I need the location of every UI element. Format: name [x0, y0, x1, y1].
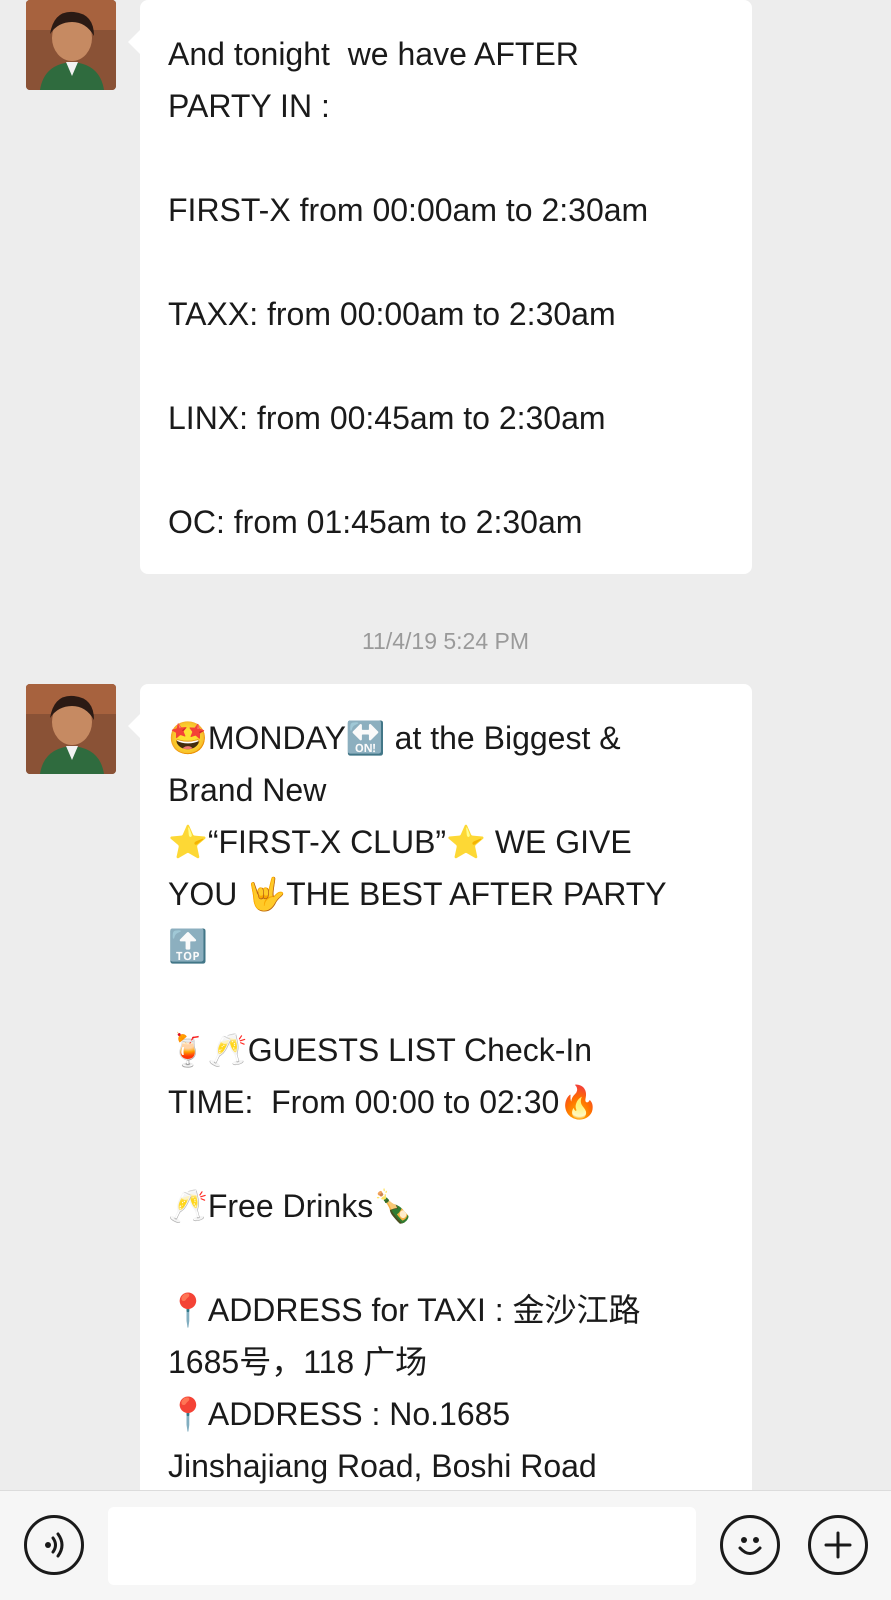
emoji-icon — [738, 1537, 762, 1555]
chat-scroll-area[interactable]: And tonight we have AFTER PARTY IN : FIRST… — [0, 0, 891, 1490]
message-text-line: 🥂Free Drinks🍾 — [168, 1188, 414, 1224]
avatar-photo — [26, 684, 116, 774]
input-bar — [0, 1490, 891, 1600]
avatar-photo — [26, 0, 116, 90]
message-text-line: PARTY IN : — [168, 88, 330, 124]
message-text-line: 1685号，118 广场 — [168, 1344, 428, 1380]
voice-button[interactable] — [24, 1515, 84, 1575]
sender-avatar[interactable] — [26, 0, 116, 90]
message-bubble[interactable]: 🤩MONDAY🔛 at the Biggest & Brand New ⭐“FIRS… — [128, 684, 752, 1490]
plus-icon — [824, 1531, 852, 1559]
message-text-line: 🔝 — [168, 928, 208, 964]
message-timestamp: 11/4/19 5:24 PM — [361, 628, 530, 654]
message-text-line: LINX: from 00:45am to 2:30am — [168, 400, 606, 436]
message-text-line: Brand New — [168, 772, 327, 808]
plus-button[interactable] — [808, 1515, 868, 1575]
message-text-line: OC: from 01:45am to 2:30am — [168, 504, 583, 540]
message-text-line: TAXX: from 00:00am to 2:30am — [168, 296, 616, 332]
message-bubble[interactable]: And tonight we have AFTER PARTY IN : FIRST… — [128, 0, 752, 574]
message-text-line: YOU 🤟THE BEST AFTER PARTY — [168, 876, 667, 912]
sender-avatar[interactable] — [26, 684, 116, 774]
message-text-line: 🍹🥂GUESTS LIST Check-In — [168, 1032, 593, 1068]
message-text-line: TIME: From 00:00 to 02:30🔥 — [168, 1084, 600, 1120]
message-text-line: 📍ADDRESS for TAXI : 金沙江路 — [168, 1292, 641, 1328]
emoji-button[interactable] — [720, 1515, 780, 1575]
message-text-line: ⭐“FIRST-X CLUB”⭐ WE GIVE — [168, 824, 632, 860]
message-text-line: Jinshajiang Road, Boshi Road — [168, 1448, 597, 1484]
message-text-line: And tonight we have AFTER — [168, 36, 579, 72]
message-text-line: 🤩MONDAY🔛 at the Biggest & — [168, 720, 621, 756]
message-text-line: 📍ADDRESS : No.1685 — [168, 1396, 511, 1432]
message-text-line: FIRST-X from 00:00am to 2:30am — [168, 192, 649, 228]
voice-icon — [45, 1532, 64, 1558]
message-input[interactable] — [108, 1507, 696, 1585]
